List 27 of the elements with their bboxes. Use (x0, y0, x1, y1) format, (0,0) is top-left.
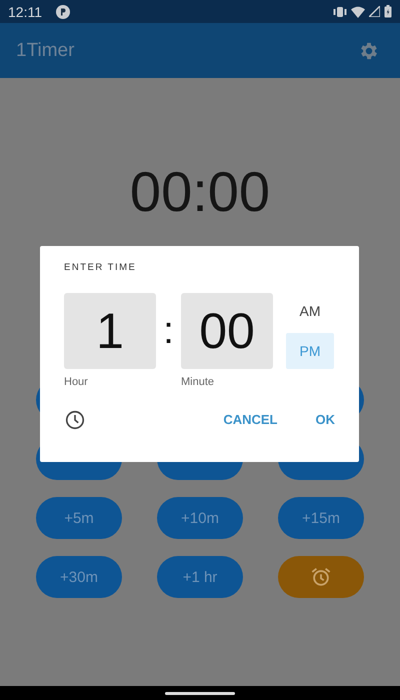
alarm-clock-icon (310, 566, 332, 588)
add-time-button[interactable]: +10m (157, 497, 243, 539)
status-time: 12:11 (8, 4, 42, 20)
add-time-button[interactable]: +15m (278, 497, 364, 539)
add-time-button[interactable]: +30m (36, 556, 122, 598)
time-separator: : (162, 309, 175, 354)
home-handle[interactable] (165, 692, 235, 694)
dialog-action-button[interactable]: CANCEL (223, 408, 278, 431)
dialog-action-button[interactable]: OK (316, 408, 335, 431)
add-time-button[interactable]: +5m (36, 497, 122, 539)
alarm-button[interactable] (278, 556, 364, 598)
battery-icon (384, 5, 392, 18)
wifi-icon (351, 6, 365, 18)
minute-field[interactable]: 00 (181, 293, 273, 369)
signal-icon (369, 6, 380, 17)
hour-field[interactable]: 1 (64, 293, 156, 369)
dialog-title: ENTER TIME (64, 262, 138, 273)
hour-label: Hour (64, 376, 89, 388)
period-toggle[interactable]: AM (286, 293, 334, 329)
vibrate-icon (333, 6, 347, 18)
add-time-button[interactable]: +1 hr (157, 556, 243, 598)
app-notification-icon (56, 4, 70, 18)
clock-icon[interactable] (64, 408, 86, 430)
app-title: 1Timer (16, 40, 76, 62)
timer-display: 00:00 (130, 160, 270, 224)
minute-label: Minute (181, 376, 216, 388)
period-toggle[interactable]: PM (286, 333, 334, 369)
